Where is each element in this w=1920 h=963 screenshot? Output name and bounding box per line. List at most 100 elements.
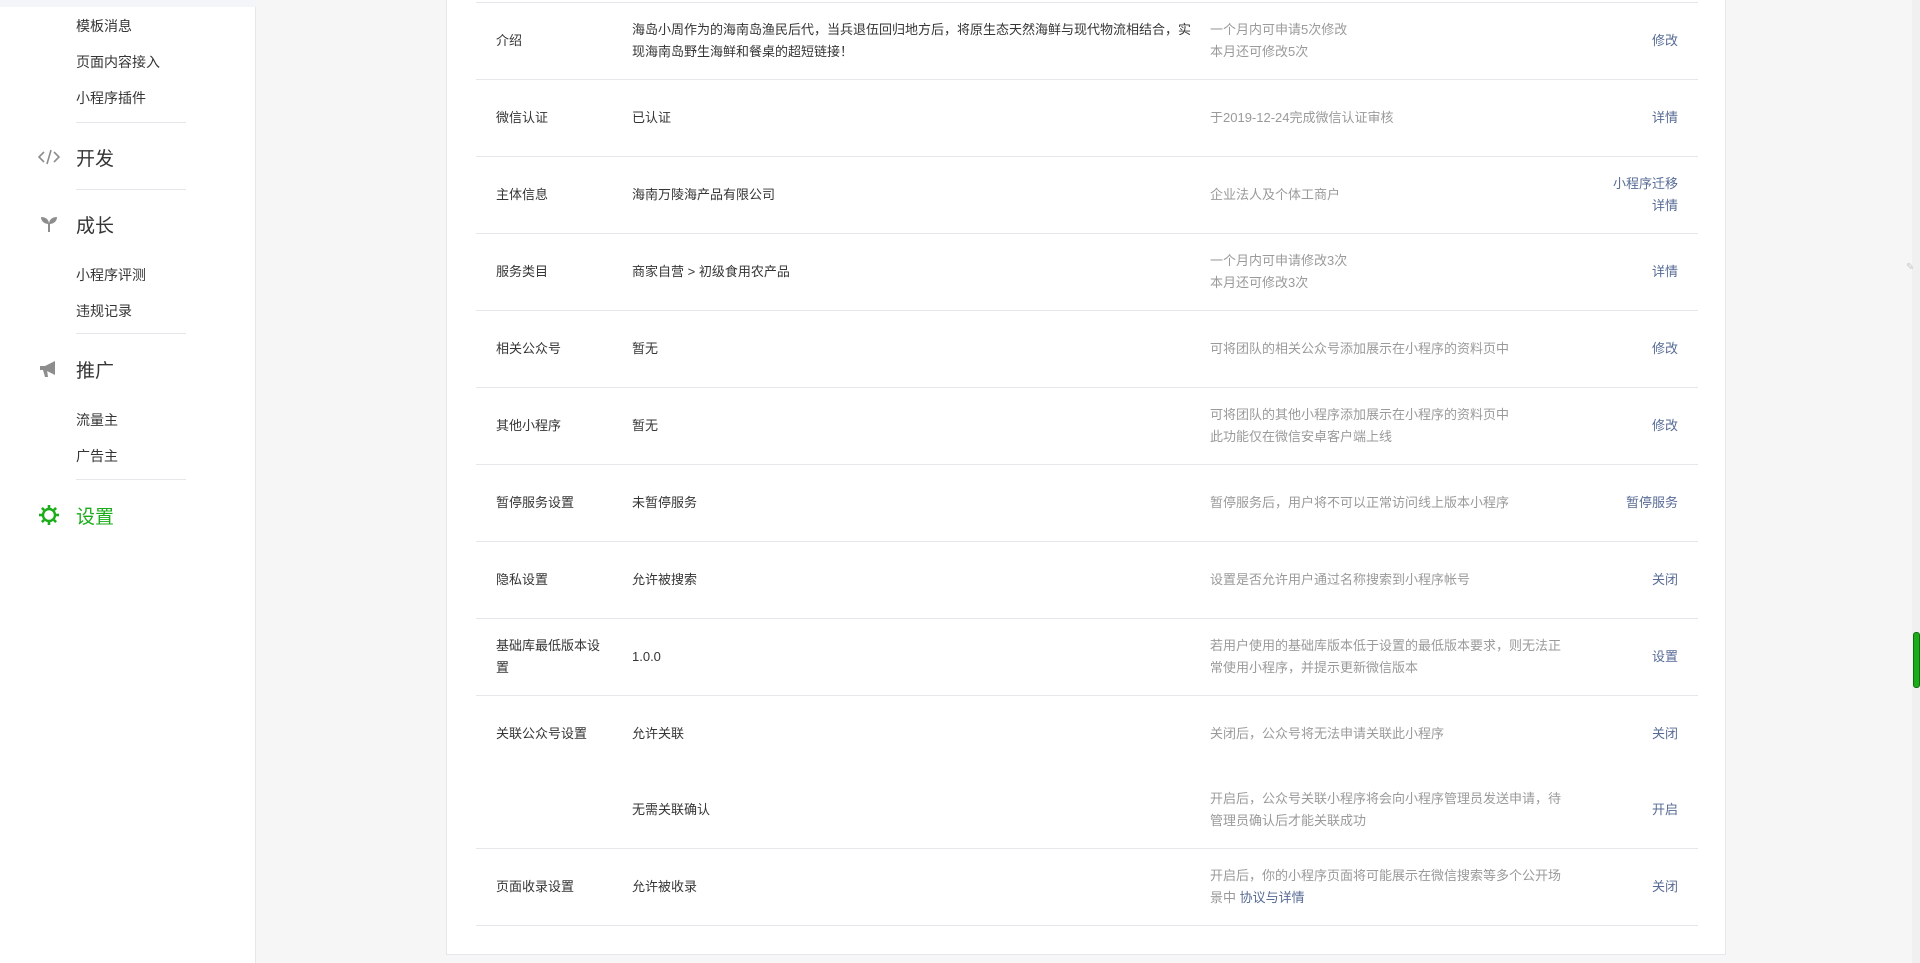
row-label: 其他小程序 (496, 418, 562, 433)
row-actions: 详情 (1558, 234, 1678, 310)
sidebar-section-dev[interactable]: 开发 (36, 143, 114, 171)
close-search-link[interactable]: 关闭 (1652, 569, 1678, 591)
sidebar-section-label: 推广 (76, 360, 115, 382)
row-desc: 一个月内可申请修改3次 本月还可修改3次 (1210, 234, 1570, 310)
sidebar-section-growth[interactable]: 成长 (36, 210, 114, 238)
row-desc: 暂停服务后，用户将不可以正常访问线上版本小程序 (1210, 495, 1510, 510)
row-desc: 可将团队的其他小程序添加展示在小程序的资料页中 此功能仅在微信安卓客户端上线 (1210, 388, 1570, 464)
edit-related-accounts-link[interactable]: 修改 (1652, 338, 1678, 360)
sidebar: 模板消息 页面内容接入 小程序插件 开发 成长 小程序评测 违规记录 推广 流量… (0, 0, 256, 963)
settings-row-min-lib-version: 基础库最低版本设置 1.0.0 若用户使用的基础库版本低于设置的最低版本要求，则… (476, 619, 1698, 696)
row-desc: 企业法人及个体工商户 (1210, 187, 1341, 202)
row-desc: 关闭后，公众号将无法申请关联此小程序 (1210, 726, 1445, 741)
desc-line: 本月还可修改3次 (1210, 275, 1309, 290)
row-actions: 暂停服务 (1558, 465, 1678, 541)
code-icon (36, 144, 62, 170)
settings-row-page-indexing: 页面收录设置 允许被收录 开启后，你的小程序页面将可能展示在微信搜索等多个公开场… (476, 849, 1698, 926)
sidebar-item-page-content[interactable]: 页面内容接入 (76, 52, 160, 72)
desc-line: 本月还可修改5次 (1210, 44, 1309, 59)
sidebar-section-settings[interactable]: 设置 (36, 501, 114, 529)
row-desc: 可将团队的相关公众号添加展示在小程序的资料页中 (1210, 341, 1510, 356)
settings-row-related-accounts: 相关公众号 暂无 可将团队的相关公众号添加展示在小程序的资料页中 修改 (476, 311, 1698, 388)
desc-line: 此功能仅在微信安卓客户端上线 (1210, 429, 1393, 444)
row-value: 允许关联 (632, 726, 685, 741)
row-label: 隐私设置 (496, 572, 549, 587)
row-value: 无需关联确认 (632, 802, 711, 817)
settings-row-privacy: 隐私设置 允许被搜索 设置是否允许用户通过名称搜索到小程序帐号 关闭 (476, 542, 1698, 619)
settings-row-link-confirm: 无需关联确认 开启后，公众号关联小程序将会向小程序管理员发送申请，待管理员确认后… (476, 772, 1698, 849)
settings-row-link-account: 关联公众号设置 允许关联 关闭后，公众号将无法申请关联此小程序 关闭 (476, 696, 1698, 772)
set-min-version-link[interactable]: 设置 (1652, 646, 1678, 668)
entity-detail-link[interactable]: 详情 (1652, 195, 1678, 217)
sidebar-section-label: 设置 (76, 506, 115, 528)
row-value: 未暂停服务 (632, 495, 698, 510)
sidebar-divider (76, 333, 186, 334)
row-actions: 关闭 (1558, 542, 1678, 618)
edit-intro-link[interactable]: 修改 (1652, 30, 1678, 52)
row-value: 商家自营 > 初级食用农产品 (632, 264, 790, 279)
agreement-details-link[interactable]: 协议与详情 (1240, 890, 1305, 905)
desc-line: 一个月内可申请5次修改 (1210, 22, 1348, 37)
settings-row-entity-info: 主体信息 海南万陵海产品有限公司 企业法人及个体工商户 小程序迁移 详情 (476, 157, 1698, 234)
row-value: 暂无 (632, 418, 659, 433)
row-label: 关联公众号设置 (496, 726, 588, 741)
migrate-miniprogram-link[interactable]: 小程序迁移 (1613, 173, 1678, 195)
row-value: 已认证 (632, 110, 672, 125)
pause-service-link[interactable]: 暂停服务 (1626, 492, 1678, 514)
page-scrollbar-track[interactable] (1912, 0, 1920, 963)
sidebar-item-advertiser[interactable]: 广告主 (76, 446, 118, 466)
row-actions: 开启 (1558, 772, 1678, 848)
row-actions: 关闭 (1558, 849, 1678, 925)
desc-line: 可将团队的其他小程序添加展示在小程序的资料页中 (1210, 407, 1510, 422)
row-actions: 设置 (1558, 619, 1678, 695)
edit-other-miniprograms-link[interactable]: 修改 (1652, 415, 1678, 437)
row-desc: 开启后，你的小程序页面将可能展示在微信搜索等多个公开场景中 协议与详情 (1210, 849, 1570, 925)
row-label: 基础库最低版本设置 (496, 638, 601, 675)
sidebar-item-violations[interactable]: 违规记录 (76, 301, 132, 321)
settings-row-intro: 介绍 海岛小周作为的海南岛渔民后代，当兵退伍回归地方后，将原生态天然海鲜与现代物… (476, 2, 1698, 80)
page-scrollbar-thumb[interactable] (1913, 632, 1920, 688)
row-desc: 一个月内可申请5次修改 本月还可修改5次 (1210, 3, 1570, 79)
sidebar-item-plugins[interactable]: 小程序插件 (76, 88, 146, 108)
row-actions: 修改 (1558, 388, 1678, 464)
sidebar-section-label: 开发 (76, 148, 115, 170)
row-label: 暂停服务设置 (496, 495, 575, 510)
sidebar-divider (76, 189, 186, 190)
row-label: 相关公众号 (496, 341, 562, 356)
row-label: 微信认证 (496, 110, 549, 125)
sidebar-top-strip (0, 0, 256, 7)
row-value: 允许被搜索 (632, 572, 698, 587)
row-value: 海南万陵海产品有限公司 (632, 187, 776, 202)
row-label: 页面收录设置 (496, 879, 575, 894)
row-desc: 设置是否允许用户通过名称搜索到小程序帐号 (1210, 572, 1471, 587)
row-actions: 修改 (1558, 311, 1678, 387)
feedback-icon[interactable]: ✎ (1906, 262, 1914, 273)
row-actions: 详情 (1558, 80, 1678, 156)
sidebar-section-promotion[interactable]: 推广 (36, 355, 114, 383)
gear-icon (36, 502, 62, 528)
sidebar-section-label: 成长 (76, 215, 115, 237)
row-desc: 于2019-12-24完成微信认证审核 (1210, 110, 1394, 125)
settings-row-wechat-verify: 微信认证 已认证 于2019-12-24完成微信认证审核 详情 (476, 80, 1698, 157)
verify-detail-link[interactable]: 详情 (1652, 107, 1678, 129)
row-desc: 若用户使用的基础库版本低于设置的最低版本要求，则无法正常使用小程序，并提示更新微… (1210, 638, 1562, 675)
sidebar-item-evaluation[interactable]: 小程序评测 (76, 265, 146, 285)
settings-row-other-miniprograms: 其他小程序 暂无 可将团队的其他小程序添加展示在小程序的资料页中 此功能仅在微信安… (476, 388, 1698, 465)
row-value: 1.0.0 (632, 649, 661, 664)
settings-row-service-category: 服务类目 商家自营 > 初级食用农产品 一个月内可申请修改3次 本月还可修改3次 … (476, 234, 1698, 311)
desc-line: 一个月内可申请修改3次 (1210, 253, 1348, 268)
row-actions: 关闭 (1558, 696, 1678, 772)
close-link-account-link[interactable]: 关闭 (1652, 723, 1678, 745)
close-indexing-link[interactable]: 关闭 (1652, 876, 1678, 898)
row-value: 海岛小周作为的海南岛渔民后代，当兵退伍回归地方后，将原生态天然海鲜与现代物流相结… (632, 22, 1192, 59)
category-detail-link[interactable]: 详情 (1652, 261, 1678, 283)
row-actions: 小程序迁移 详情 (1558, 157, 1678, 233)
row-value: 允许被收录 (632, 879, 698, 894)
row-label (496, 772, 616, 848)
row-desc: 开启后，公众号关联小程序将会向小程序管理员发送申请，待管理员确认后才能关联成功 (1210, 791, 1562, 828)
sidebar-item-template-messages[interactable]: 模板消息 (76, 16, 132, 36)
row-label: 介绍 (496, 33, 523, 48)
sidebar-item-traffic-owner[interactable]: 流量主 (76, 410, 118, 430)
row-label: 服务类目 (496, 264, 549, 279)
enable-link-confirm-link[interactable]: 开启 (1652, 799, 1678, 821)
